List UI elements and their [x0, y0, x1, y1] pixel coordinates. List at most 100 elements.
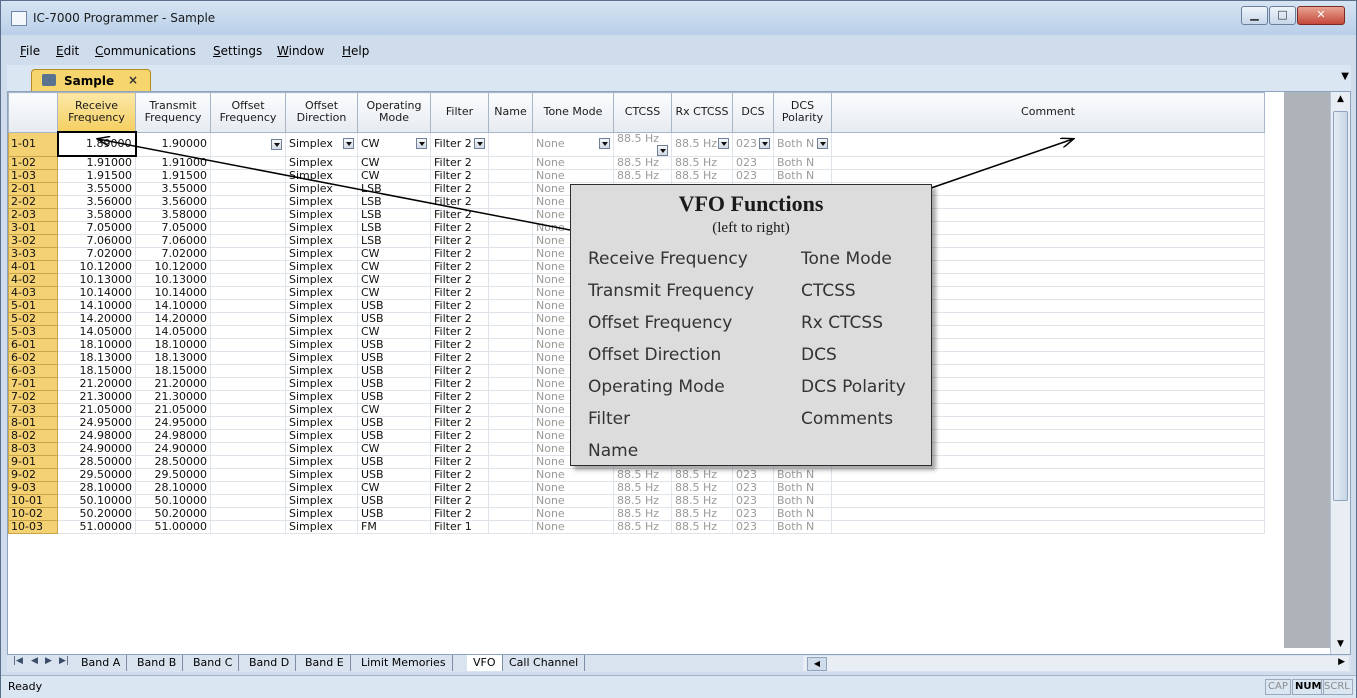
- cell-offset-frequency[interactable]: [210, 442, 286, 456]
- cell-operating-mode[interactable]: CW: [357, 247, 431, 261]
- row-header[interactable]: 9-01: [8, 455, 58, 469]
- cell-filter[interactable]: Filter 2: [430, 416, 489, 430]
- row-header[interactable]: 7-01: [8, 377, 58, 391]
- cell-transmit-frequency[interactable]: 1.90000: [135, 131, 211, 157]
- scroll-thumb[interactable]: [1333, 111, 1348, 501]
- row-header[interactable]: 2-02: [8, 195, 58, 209]
- cell-filter[interactable]: Filter 2: [430, 299, 489, 313]
- cell-receive-frequency[interactable]: 1.91500: [57, 169, 136, 183]
- cell-filter[interactable]: Filter 2: [430, 429, 489, 443]
- cell-offset-direction[interactable]: Simplex: [285, 131, 358, 157]
- row-header[interactable]: 1-02: [8, 155, 58, 170]
- cell-filter[interactable]: Filter 2: [430, 403, 489, 417]
- cell-offset-direction[interactable]: Simplex: [285, 403, 358, 417]
- cell-comment[interactable]: [831, 481, 1265, 495]
- cell-filter[interactable]: Filter 2: [430, 169, 489, 183]
- table-row[interactable]: 1-03 1.91500 1.91500 Simplex CW Filter 2 None 8…: [8, 169, 1265, 183]
- cell-offset-frequency[interactable]: [210, 481, 286, 495]
- cell-filter[interactable]: Filter 2: [430, 312, 489, 326]
- cell-name[interactable]: [488, 260, 533, 274]
- cell-filter[interactable]: Filter 2: [430, 286, 489, 300]
- cell-receive-frequency[interactable]: 1.91000: [57, 155, 136, 170]
- row-header[interactable]: 2-03: [8, 208, 58, 222]
- first-sheet-icon[interactable]: |◀: [13, 656, 23, 666]
- vertical-scrollbar[interactable]: ▲ ▼: [1330, 92, 1350, 654]
- menu-communications[interactable]: Communications: [95, 44, 196, 58]
- cell-name[interactable]: [488, 403, 533, 417]
- col-header-offset-direction[interactable]: Offset Direction: [285, 92, 358, 133]
- row-header[interactable]: 7-03: [8, 403, 58, 417]
- cell-receive-frequency[interactable]: 3.58000: [57, 208, 136, 222]
- col-header-dcs[interactable]: DCS: [732, 92, 774, 133]
- cell-tone-mode[interactable]: None: [532, 468, 614, 482]
- cell-offset-direction[interactable]: Simplex: [285, 182, 358, 196]
- cell-name[interactable]: [488, 299, 533, 313]
- cell-operating-mode[interactable]: USB: [357, 429, 431, 443]
- cell-transmit-frequency[interactable]: 24.90000: [135, 442, 211, 456]
- chevron-down-icon[interactable]: [599, 138, 610, 149]
- cell-receive-frequency[interactable]: 18.15000: [57, 364, 136, 378]
- cell-name[interactable]: [488, 390, 533, 404]
- col-header-dcs-polarity[interactable]: DCS Polarity: [773, 92, 832, 133]
- cell-offset-direction[interactable]: Simplex: [285, 507, 358, 521]
- cell-dcs[interactable]: 023: [732, 481, 774, 495]
- cell-offset-frequency[interactable]: [210, 169, 286, 183]
- cell-transmit-frequency[interactable]: 7.05000: [135, 221, 211, 235]
- scroll-right-icon[interactable]: ▶: [1338, 657, 1345, 667]
- col-header-comment[interactable]: Comment: [831, 92, 1265, 133]
- cell-transmit-frequency[interactable]: 24.98000: [135, 429, 211, 443]
- row-header[interactable]: 8-02: [8, 429, 58, 443]
- cell-transmit-frequency[interactable]: 14.05000: [135, 325, 211, 339]
- cell-transmit-frequency[interactable]: 10.14000: [135, 286, 211, 300]
- cell-operating-mode[interactable]: CW: [357, 325, 431, 339]
- cell-dcs[interactable]: 023: [732, 131, 774, 157]
- cell-filter[interactable]: Filter 2: [430, 234, 489, 248]
- cell-dcs-polarity[interactable]: Both N: [773, 169, 832, 183]
- menu-file[interactable]: File: [20, 44, 40, 58]
- cell-name[interactable]: [488, 312, 533, 326]
- sheet-tab-call-channel[interactable]: Call Channel: [503, 655, 586, 671]
- cell-filter[interactable]: Filter 2: [430, 338, 489, 352]
- cell-operating-mode[interactable]: USB: [357, 299, 431, 313]
- cell-filter[interactable]: Filter 2: [430, 155, 489, 170]
- cell-operating-mode[interactable]: LSB: [357, 195, 431, 209]
- cell-receive-frequency[interactable]: 7.05000: [57, 221, 136, 235]
- cell-name[interactable]: [488, 182, 533, 196]
- cell-filter[interactable]: Filter 2: [430, 468, 489, 482]
- cell-offset-frequency[interactable]: [210, 390, 286, 404]
- cell-offset-direction[interactable]: Simplex: [285, 325, 358, 339]
- cell-ctcss[interactable]: 88.5 Hz: [613, 520, 672, 534]
- row-header[interactable]: 10-02: [8, 507, 58, 521]
- cell-offset-frequency[interactable]: [210, 468, 286, 482]
- cell-name[interactable]: [488, 416, 533, 430]
- row-header[interactable]: 4-03: [8, 286, 58, 300]
- cell-ctcss[interactable]: 88.5 Hz: [613, 494, 672, 508]
- cell-dcs-polarity[interactable]: Both N: [773, 131, 832, 157]
- cell-comment[interactable]: [831, 131, 1265, 157]
- next-sheet-icon[interactable]: ▶: [45, 656, 52, 666]
- cell-receive-frequency[interactable]: 21.05000: [57, 403, 136, 417]
- cell-comment[interactable]: [831, 155, 1265, 170]
- sheet-tab-band-b[interactable]: Band B: [131, 655, 184, 671]
- cell-offset-direction[interactable]: Simplex: [285, 377, 358, 391]
- cell-offset-frequency[interactable]: [210, 351, 286, 365]
- cell-name[interactable]: [488, 351, 533, 365]
- cell-offset-direction[interactable]: Simplex: [285, 416, 358, 430]
- cell-filter[interactable]: Filter 2: [430, 364, 489, 378]
- chevron-down-icon[interactable]: [343, 138, 354, 149]
- cell-dcs-polarity[interactable]: Both N: [773, 520, 832, 534]
- horizontal-scrollbar[interactable]: ◀ ▶: [803, 656, 1349, 671]
- cell-offset-direction[interactable]: Simplex: [285, 273, 358, 287]
- cell-tone-mode[interactable]: None: [532, 155, 614, 170]
- row-header[interactable]: 9-03: [8, 481, 58, 495]
- cell-offset-frequency[interactable]: [210, 221, 286, 235]
- cell-filter[interactable]: Filter 2: [430, 390, 489, 404]
- cell-offset-direction[interactable]: Simplex: [285, 520, 358, 534]
- cell-ctcss[interactable]: 88.5 Hz: [613, 468, 672, 482]
- cell-offset-frequency[interactable]: [210, 155, 286, 170]
- cell-offset-direction[interactable]: Simplex: [285, 390, 358, 404]
- cell-offset-direction[interactable]: Simplex: [285, 364, 358, 378]
- cell-filter[interactable]: Filter 2: [430, 273, 489, 287]
- cell-offset-direction[interactable]: Simplex: [285, 351, 358, 365]
- cell-offset-frequency[interactable]: [210, 195, 286, 209]
